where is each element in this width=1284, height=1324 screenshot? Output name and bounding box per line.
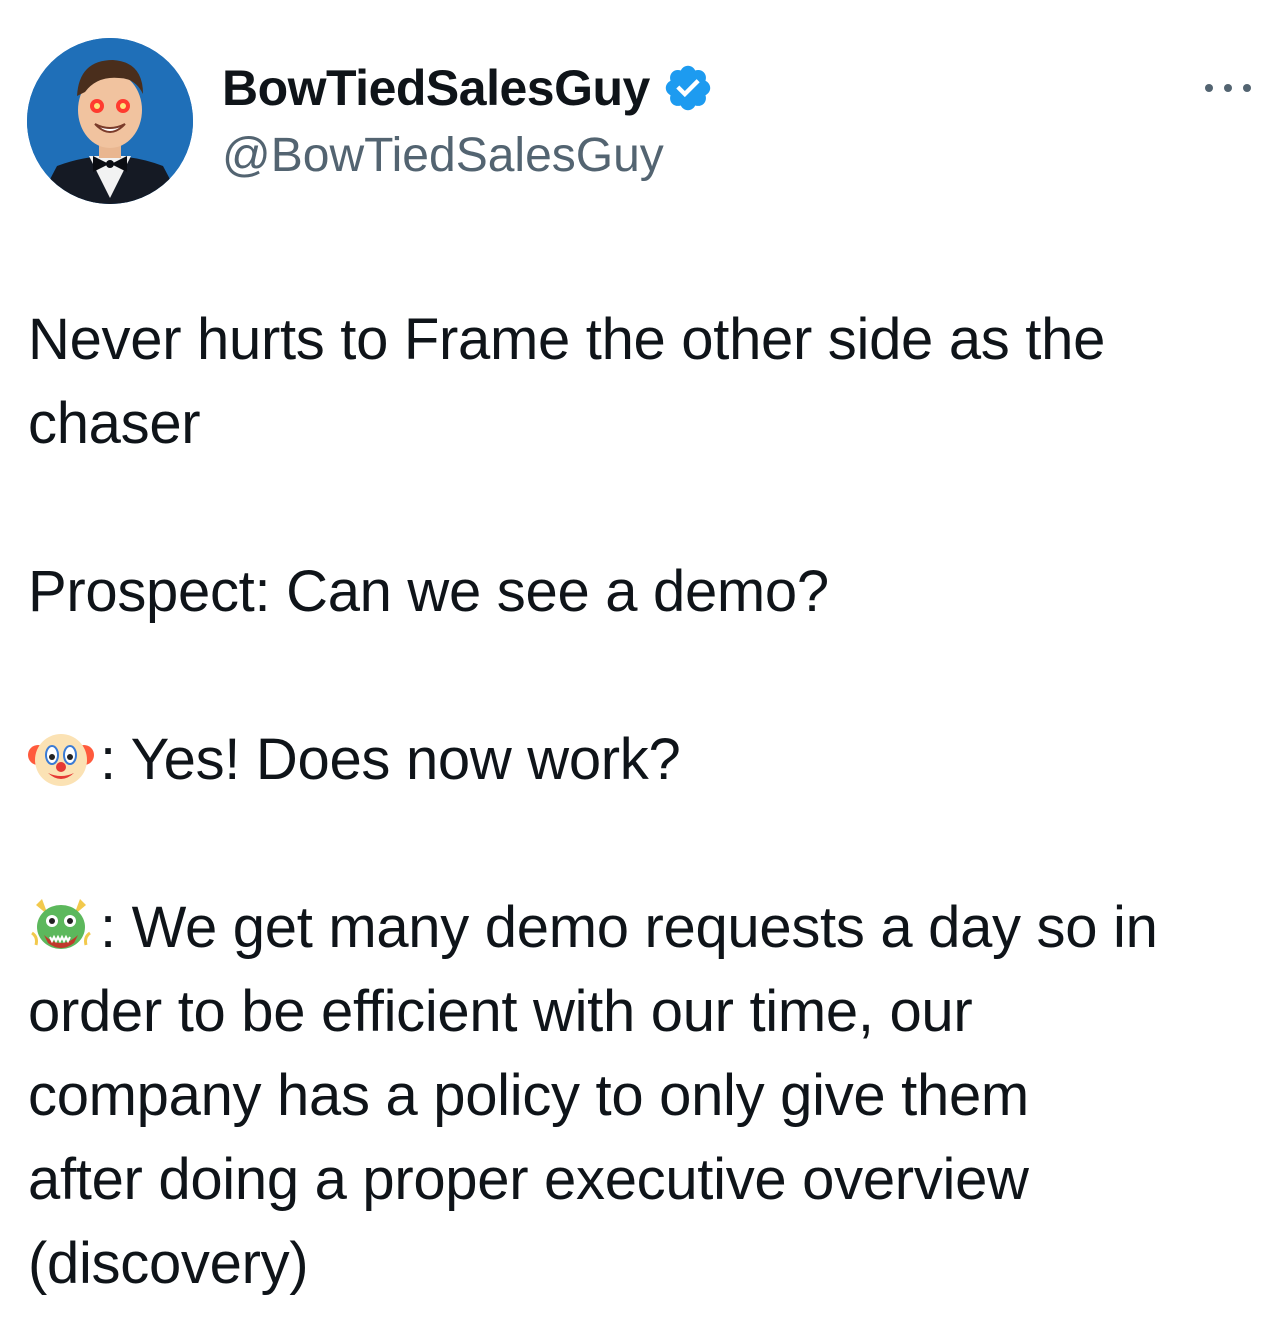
clown-reply-text: : Yes! Does now work? (100, 727, 681, 792)
tweet-line: Prospect: Can we see a demo? (28, 559, 829, 624)
more-horizontal-icon[interactable] (1205, 76, 1251, 100)
tweet-text: Never hurts to Frame the other side as t… (28, 298, 1264, 1306)
more-dot (1224, 84, 1232, 92)
dragon-reply-line: : We get many demo requests a day so in (28, 886, 1264, 970)
clown-reply-line: : Yes! Does now work? (28, 718, 1264, 802)
tweet-line: after doing a proper executive overview (28, 1147, 1029, 1212)
tweet-line: company has a policy to only give them (28, 1063, 1029, 1128)
author-handle[interactable]: @BowTiedSalesGuy (222, 126, 664, 186)
clown-face-icon (28, 725, 94, 791)
more-dot (1205, 84, 1213, 92)
tweet: BowTiedSalesGuy @BowTiedSalesGuy Never h… (0, 0, 1284, 1324)
avatar[interactable] (27, 38, 193, 204)
verified-badge-icon[interactable] (662, 62, 714, 114)
tweet-line: order to be efficient with our time, our (28, 979, 973, 1044)
dragon-face-icon (28, 893, 94, 959)
more-dot (1243, 84, 1251, 92)
avatar-image (27, 38, 193, 204)
author-display-name[interactable]: BowTiedSalesGuy (222, 58, 650, 118)
tweet-line: chaser (28, 391, 201, 456)
tweet-line: Never hurts to Frame the other side as t… (28, 307, 1106, 372)
author-name-row: BowTiedSalesGuy (222, 58, 714, 118)
tweet-line: (discovery) (28, 1231, 309, 1296)
dragon-reply-text: : We get many demo requests a day so in (100, 895, 1158, 960)
